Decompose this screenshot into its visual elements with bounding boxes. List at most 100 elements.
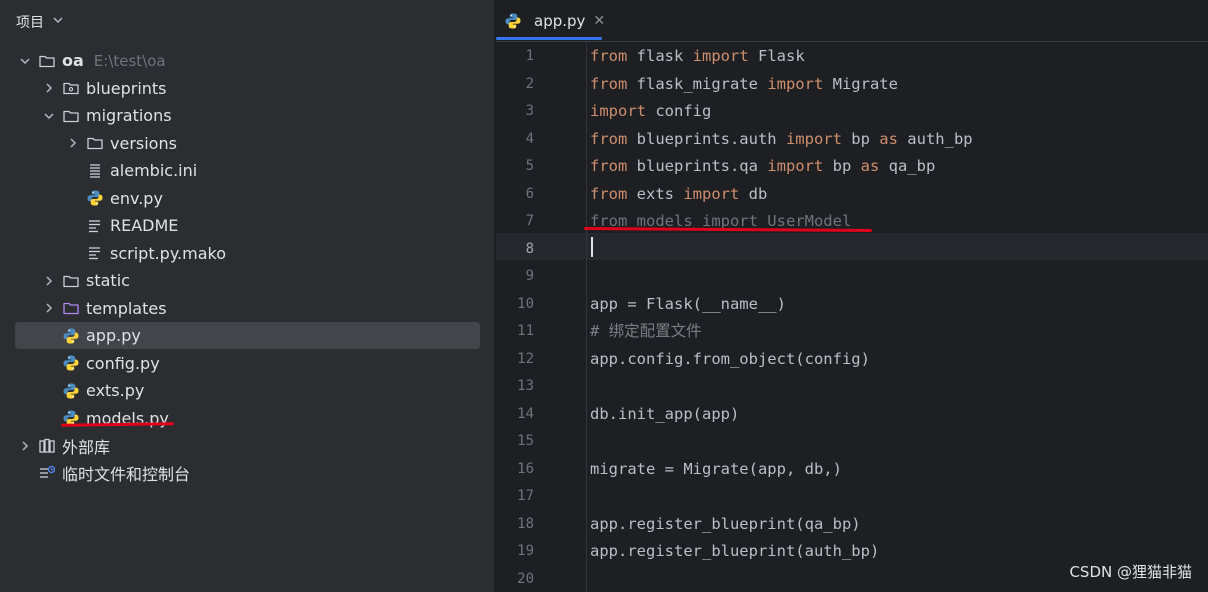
tree-item-migrations[interactable]: migrations bbox=[0, 102, 494, 129]
line-number: 18 bbox=[517, 515, 534, 532]
tab-label: app.py bbox=[534, 12, 586, 30]
comment-token: # 绑定配置文件 bbox=[590, 322, 702, 340]
line-number: 3 bbox=[525, 103, 534, 119]
tree-item-alembic-ini[interactable]: alembic.ini bbox=[0, 157, 494, 184]
folder-icon bbox=[62, 107, 80, 125]
chevron-down-icon[interactable] bbox=[42, 109, 56, 123]
code-token: Flask bbox=[748, 47, 805, 65]
project-view-header[interactable]: 项目 bbox=[16, 10, 64, 34]
tree-item-label: 临时文件和控制台 bbox=[62, 465, 191, 484]
line-number: 7 bbox=[525, 213, 534, 229]
keyword-token: from bbox=[590, 157, 628, 175]
line-number: 2 bbox=[525, 75, 534, 92]
tree-item-label: alembic.ini bbox=[110, 161, 198, 180]
tree-item-label: app.py bbox=[86, 326, 141, 345]
code-line: app.register_blueprint(auth_bp) bbox=[590, 538, 879, 565]
code-token: bp bbox=[823, 157, 861, 175]
keyword-token: from bbox=[590, 184, 628, 203]
python-file-icon bbox=[62, 327, 80, 345]
code-token: Migrate bbox=[823, 74, 898, 93]
code-line: db.init_app(app) bbox=[590, 401, 739, 428]
tree-item-app-py[interactable]: app.py bbox=[0, 322, 494, 349]
code-line: import config bbox=[590, 98, 711, 125]
python-file-icon bbox=[62, 382, 80, 400]
chevron-down-icon[interactable] bbox=[18, 54, 32, 68]
tree-item-label: templates bbox=[86, 298, 167, 318]
code-token: auth_bp bbox=[897, 129, 973, 148]
tree-item-label: static bbox=[86, 271, 130, 290]
tree-item-static[interactable]: static bbox=[0, 267, 494, 294]
code-token: config bbox=[646, 102, 712, 120]
scratches-icon bbox=[38, 464, 56, 482]
keyword-token: import bbox=[767, 74, 824, 93]
code-token: migrate = Migrate(app, db,) bbox=[590, 459, 842, 478]
library-icon bbox=[38, 437, 56, 455]
code-token: exts bbox=[627, 184, 684, 203]
code-text-area[interactable]: from flask import Flask from flask_migrat… bbox=[590, 42, 1208, 592]
package-folder-icon bbox=[62, 79, 80, 97]
tree-item-label: versions bbox=[110, 133, 177, 153]
tree-item-[interactable]: 临时文件和控制台 bbox=[0, 460, 494, 487]
tab-app-py[interactable]: app.py ✕ bbox=[500, 6, 609, 36]
keyword-token: as bbox=[879, 129, 898, 148]
close-icon[interactable]: ✕ bbox=[593, 13, 605, 29]
code-token: flask_migrate bbox=[627, 74, 768, 93]
tree-item-exts-py[interactable]: exts.py bbox=[0, 377, 494, 404]
code-line: from flask_migrate import Migrate bbox=[590, 71, 898, 98]
editor-tab-bar: app.py ✕ bbox=[496, 0, 1208, 42]
active-tab-indicator bbox=[496, 37, 602, 40]
line-number: 16 bbox=[517, 460, 534, 477]
tree-item-config-py[interactable]: config.py bbox=[0, 350, 494, 377]
chevron-right-icon[interactable] bbox=[66, 136, 80, 150]
tree-item-versions[interactable]: versions bbox=[0, 130, 494, 157]
line-number: 19 bbox=[517, 543, 534, 559]
tree-item-readme[interactable]: README bbox=[0, 212, 494, 239]
text-caret bbox=[591, 237, 593, 257]
python-file-icon bbox=[62, 354, 80, 372]
line-number: 9 bbox=[525, 268, 534, 284]
tree-item-label: 外部库 bbox=[62, 437, 111, 457]
tree-item-label: migrations bbox=[86, 106, 172, 125]
line-number: 1 bbox=[525, 48, 534, 64]
code-token: blueprints.qa bbox=[627, 157, 768, 175]
line-number: 4 bbox=[525, 130, 534, 147]
code-line: from flask import Flask bbox=[590, 43, 805, 70]
code-line: # 绑定配置文件 bbox=[590, 318, 702, 345]
code-token: bp bbox=[841, 129, 880, 148]
line-number-gutter[interactable]: 1 2 3 4 5 6 7 8 9 10 11 12 13 14 15 16 17 18 19 20 bbox=[496, 42, 587, 592]
code-line: app.config.from_object(config) bbox=[590, 346, 870, 373]
code-line: app.register_blueprint(qa_bp) bbox=[590, 511, 861, 538]
keyword-token: import bbox=[692, 47, 749, 65]
code-token: flask bbox=[627, 47, 693, 65]
code-line: from blueprints.auth import bp as auth_b… bbox=[590, 126, 973, 153]
chevron-right-icon[interactable] bbox=[18, 439, 32, 453]
line-number: 5 bbox=[525, 158, 534, 174]
line-number: 10 bbox=[517, 295, 534, 312]
code-token: app.register_blueprint(auth_bp) bbox=[590, 542, 880, 560]
code-token: db bbox=[739, 184, 768, 203]
tree-item-templates[interactable]: templates bbox=[0, 295, 494, 322]
project-view-title: 项目 bbox=[16, 15, 44, 31]
tree-item-script-py-mako[interactable]: script.py.mako bbox=[0, 240, 494, 267]
chevron-right-icon[interactable] bbox=[42, 301, 56, 315]
code-token: qa_bp bbox=[879, 157, 936, 175]
tree-item-label: config.py bbox=[86, 353, 160, 373]
tree-item-env-py[interactable]: env.py bbox=[0, 185, 494, 212]
tree-item-[interactable]: 外部库 bbox=[0, 432, 494, 459]
code-editor: app.py ✕ 1 2 3 4 5 6 7 8 9 10 11 12 13 14 15 16 17 18 19 20… bbox=[496, 0, 1208, 592]
line-number: 12 bbox=[517, 350, 534, 367]
tree-item-oa[interactable]: oa E:\test\oa bbox=[0, 47, 494, 74]
tree-item-models-py[interactable]: models.py bbox=[0, 405, 494, 432]
line-number: 17 bbox=[517, 488, 534, 504]
tree-item-label: exts.py bbox=[86, 381, 145, 400]
project-path-hint: E:\test\oa bbox=[93, 51, 166, 70]
chevron-down-icon[interactable] bbox=[52, 14, 64, 30]
code-token: app.config.from_object(config) bbox=[590, 349, 870, 368]
chevron-right-icon[interactable] bbox=[42, 81, 56, 95]
code-line: from exts import db bbox=[590, 181, 767, 208]
tree-item-blueprints[interactable]: blueprints bbox=[0, 75, 494, 102]
chevron-right-icon[interactable] bbox=[42, 274, 56, 288]
